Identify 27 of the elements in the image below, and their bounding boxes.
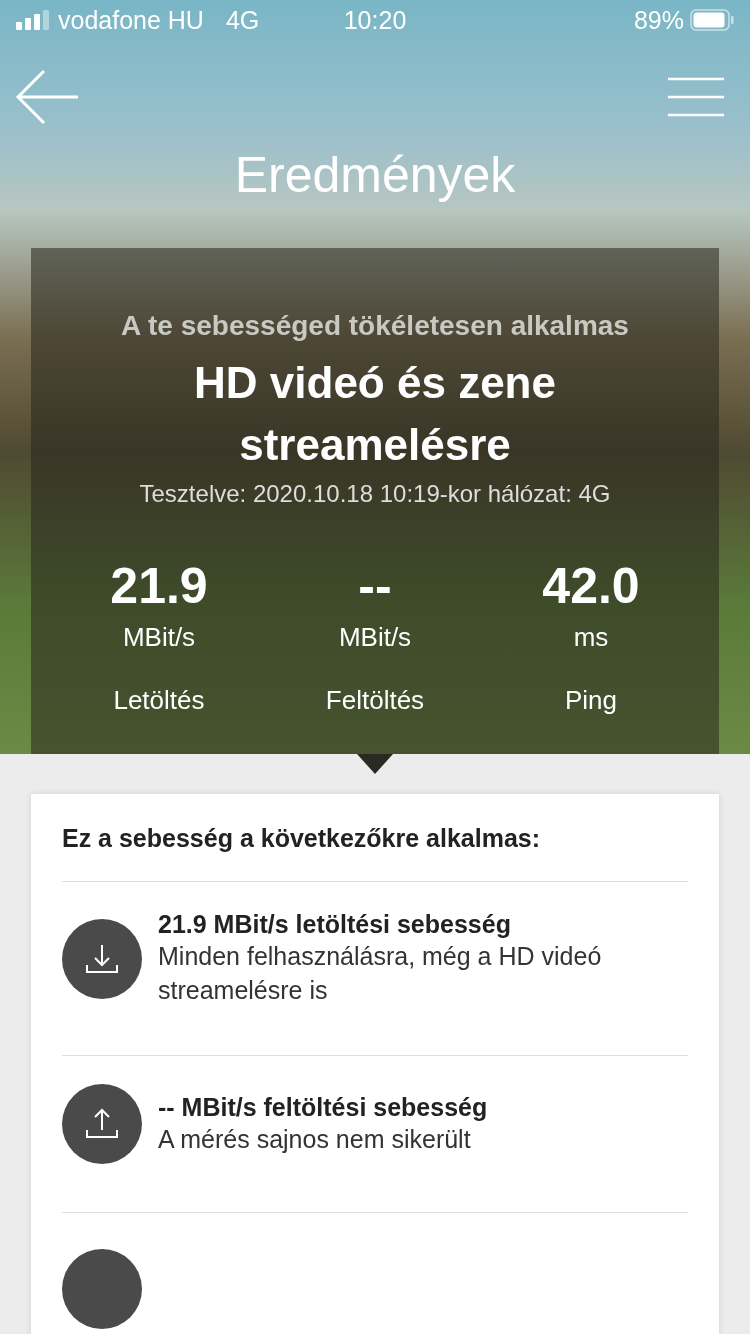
stat-label: Letöltés xyxy=(113,685,205,716)
stat-label: Feltöltés xyxy=(325,685,425,716)
battery-icon xyxy=(690,9,734,31)
item-title: 21.9 MBit/s letöltési sebesség xyxy=(158,910,512,939)
stat-value: 42.0 xyxy=(542,558,640,614)
result-headline: HD videó és zene streamelésre xyxy=(193,357,557,471)
card-heading: Ez a sebesség a következőkre alkalmas: xyxy=(62,824,688,882)
item-title: -- MBit/s feltöltési sebesség xyxy=(158,1092,488,1122)
stat-label: Ping xyxy=(564,685,617,716)
item-description: A mérés sajnos nem sikerült xyxy=(158,1123,472,1155)
stat-value: -- xyxy=(358,558,392,614)
stat-unit: ms xyxy=(573,622,609,653)
stat-value: 21.9 xyxy=(110,558,208,614)
clock-time: 10:20 xyxy=(343,5,407,35)
pointer-notch xyxy=(357,754,393,774)
item-description: Minden felhasználásra, még a HD videó streamelésre is xyxy=(158,941,603,1006)
network-type: 4G xyxy=(225,5,260,35)
stat-unit: MBit/s xyxy=(338,622,412,653)
battery-percent: 89% xyxy=(633,5,684,35)
back-arrow-icon[interactable] xyxy=(14,69,80,125)
signal-icon xyxy=(16,10,50,30)
page-title: Eredmények xyxy=(233,146,517,204)
menu-icon[interactable] xyxy=(668,77,724,117)
result-subtitle: A te sebességed tökéletesen alkalmas xyxy=(120,310,630,342)
stat-unit: MBit/s xyxy=(122,622,196,653)
test-info: Tesztelve: 2020.10.18 10:19-kor hálózat: 4G xyxy=(138,480,612,508)
carrier-name: vodafone HU xyxy=(58,5,204,35)
